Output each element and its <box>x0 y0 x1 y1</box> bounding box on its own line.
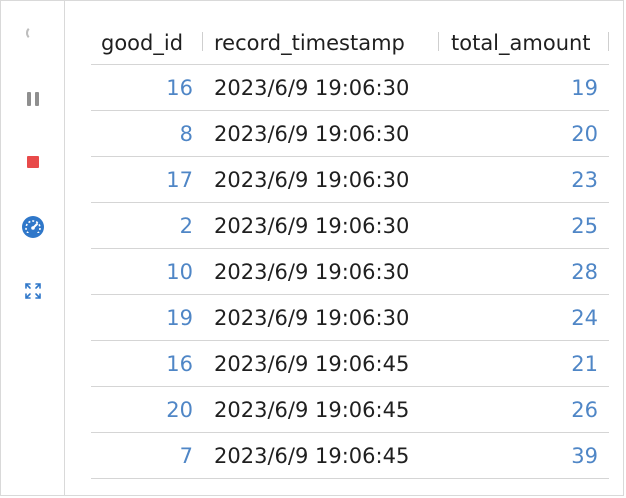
table-body: 16 2023/6/9 19:06:30 19 8 2023/6/9 19:06… <box>91 65 609 479</box>
table-row[interactable]: 7 2023/6/9 19:06:45 39 <box>91 433 609 479</box>
cell-good-id: 16 <box>166 352 193 376</box>
cell-total-amount: 20 <box>571 122 598 146</box>
cell-record-timestamp: 2023/6/9 19:06:30 <box>214 122 410 146</box>
cell-record-timestamp: 2023/6/9 19:06:30 <box>214 168 410 192</box>
table-row[interactable]: 2 2023/6/9 19:06:30 25 <box>91 203 609 249</box>
cell-record-timestamp: 2023/6/9 19:06:30 <box>214 214 410 238</box>
table-row[interactable]: 8 2023/6/9 19:06:30 20 <box>91 111 609 157</box>
stop-icon <box>27 156 39 168</box>
table-header: good_id record_timestamp total_amount <box>91 21 609 65</box>
table-row[interactable]: 17 2023/6/9 19:06:30 23 <box>91 157 609 203</box>
cell-good-id: 17 <box>166 168 193 192</box>
expand-button[interactable] <box>17 275 49 307</box>
stop-button[interactable] <box>17 146 49 178</box>
cell-good-id: 8 <box>179 122 193 146</box>
cell-total-amount: 24 <box>571 306 598 330</box>
gauge-icon <box>22 216 44 238</box>
cell-record-timestamp: 2023/6/9 19:06:30 <box>214 260 410 284</box>
table-row[interactable]: 20 2023/6/9 19:06:45 26 <box>91 387 609 433</box>
results-table: good_id record_timestamp total_amount 16… <box>91 21 609 479</box>
cell-total-amount: 26 <box>571 398 598 422</box>
expand-icon <box>25 283 41 299</box>
column-header-record-timestamp[interactable]: record_timestamp <box>214 31 405 55</box>
cell-good-id: 16 <box>166 76 193 100</box>
loading-spinner-icon <box>17 17 49 49</box>
cell-total-amount: 39 <box>571 444 598 468</box>
table-row[interactable]: 10 2023/6/9 19:06:30 28 <box>91 249 609 295</box>
cell-total-amount: 28 <box>571 260 598 284</box>
pause-button[interactable] <box>17 83 49 115</box>
cell-record-timestamp: 2023/6/9 19:06:45 <box>214 398 410 422</box>
column-resize-handle[interactable] <box>202 32 203 51</box>
gauge-button[interactable] <box>17 211 49 243</box>
cell-record-timestamp: 2023/6/9 19:06:30 <box>214 76 410 100</box>
cell-total-amount: 25 <box>571 214 598 238</box>
result-toolbar <box>1 1 65 495</box>
cell-record-timestamp: 2023/6/9 19:06:30 <box>214 306 410 330</box>
cell-good-id: 2 <box>179 214 193 238</box>
table-row[interactable]: 19 2023/6/9 19:06:30 24 <box>91 295 609 341</box>
table-row[interactable]: 16 2023/6/9 19:06:45 21 <box>91 341 609 387</box>
cell-good-id: 20 <box>166 398 193 422</box>
cell-good-id: 7 <box>179 444 193 468</box>
cell-good-id: 10 <box>166 260 193 284</box>
cell-total-amount: 21 <box>571 352 598 376</box>
column-resize-handle[interactable] <box>608 32 609 51</box>
cell-total-amount: 19 <box>571 76 598 100</box>
pause-icon <box>27 92 39 106</box>
cell-good-id: 19 <box>166 306 193 330</box>
cell-record-timestamp: 2023/6/9 19:06:45 <box>214 352 410 376</box>
result-panel: good_id record_timestamp total_amount 16… <box>0 0 624 496</box>
column-header-good-id[interactable]: good_id <box>101 31 183 55</box>
column-header-total-amount[interactable]: total_amount <box>451 31 591 55</box>
cell-total-amount: 23 <box>571 168 598 192</box>
column-resize-handle[interactable] <box>438 32 439 51</box>
table-row[interactable]: 16 2023/6/9 19:06:30 19 <box>91 65 609 111</box>
cell-record-timestamp: 2023/6/9 19:06:45 <box>214 444 410 468</box>
